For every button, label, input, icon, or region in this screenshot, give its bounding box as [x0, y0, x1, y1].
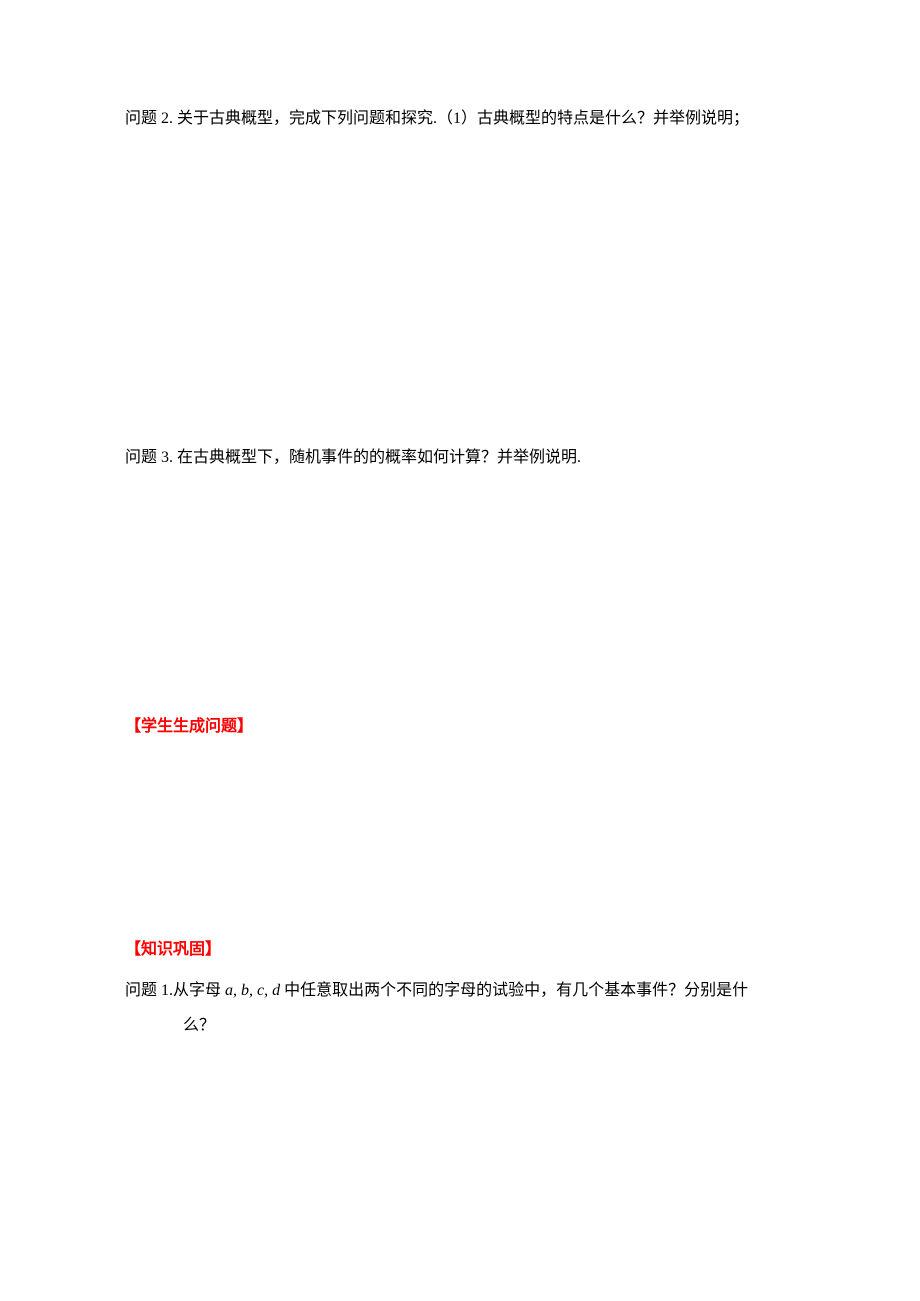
section-knowledge-consolidation: 【知识巩固】 [125, 936, 795, 965]
q1-prefix: 问题 1. [125, 982, 173, 999]
consolidation-q1-line2: 么？ [125, 1008, 795, 1043]
section-student-generated-label: 【学生生成问题】 [125, 718, 253, 735]
section-student-generated: 【学生生成问题】 [125, 713, 795, 742]
consolidation-question-1: 问题 1.从字母 a, b, c, d 中任意取出两个不同的字母的试验中，有几个… [125, 973, 795, 1043]
q1-text1: 从字母 [173, 982, 225, 999]
question-3-text: 问题 3. 在古典概型下，随机事件的的概率如何计算？并举例说明. [125, 449, 581, 466]
q1-variables: a, b, c, d [225, 982, 284, 999]
consolidation-q1-line1: 问题 1.从字母 a, b, c, d 中任意取出两个不同的字母的试验中，有几个… [125, 973, 795, 1008]
question-2: 问题 2. 关于古典概型，完成下列问题和探究.（1）古典概型的特点是什么？并举例… [125, 105, 795, 134]
section-knowledge-consolidation-label: 【知识巩固】 [125, 941, 221, 958]
question-3: 问题 3. 在古典概型下，随机事件的的概率如何计算？并举例说明. [125, 444, 795, 473]
q1-text2: 中任意取出两个不同的字母的试验中，有几个基本事件？分别是什 [284, 982, 748, 999]
question-2-text: 问题 2. 关于古典概型，完成下列问题和探究.（1）古典概型的特点是什么？并举例… [125, 110, 749, 127]
